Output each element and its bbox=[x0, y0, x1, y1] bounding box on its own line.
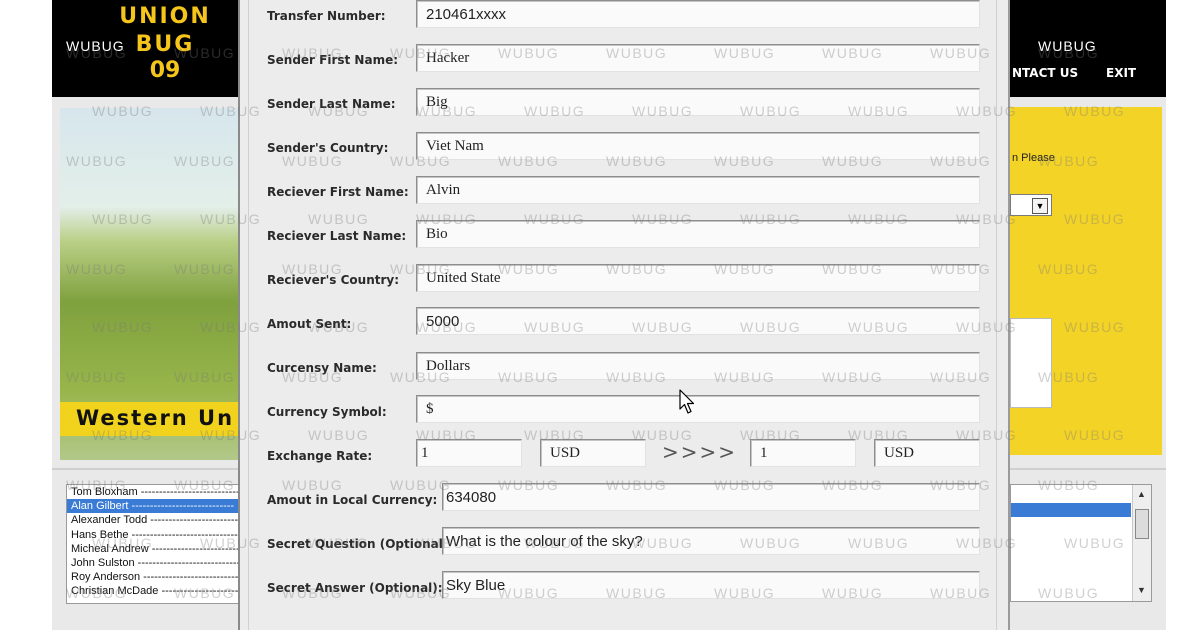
vertical-scrollbar[interactable]: ▲ ▼ bbox=[1132, 485, 1151, 601]
amount-sent-label: Amout Sent: bbox=[267, 317, 352, 331]
banner-text: Western Un bbox=[76, 406, 235, 430]
receiver-last-name-value: Bio bbox=[426, 226, 448, 242]
transfer-number-value: 210461xxxx bbox=[426, 6, 507, 23]
list-item[interactable]: Christian McDade -----------------------… bbox=[67, 584, 243, 598]
list-item[interactable]: Hans Bethe ----------------------------- bbox=[67, 528, 243, 542]
scrollbar-thumb[interactable] bbox=[1135, 509, 1149, 539]
names-listbox[interactable]: Tom Bloxham --------------------------- … bbox=[66, 484, 244, 604]
conversion-arrows: >>>> bbox=[662, 440, 738, 464]
secret-question-field[interactable]: What is the colour of the sky? bbox=[442, 527, 980, 555]
exchange-from-currency-field[interactable]: USD bbox=[540, 439, 646, 467]
list-item[interactable]: John Sulston ---------------------------… bbox=[67, 556, 243, 570]
nav-exit[interactable]: EXIT bbox=[1106, 66, 1136, 80]
topbar-brand-left: WUBUG bbox=[66, 38, 125, 54]
amount-sent-value: 5000 bbox=[426, 313, 460, 330]
selected-row-highlight[interactable] bbox=[1011, 503, 1131, 517]
local-amount-value: 634080 bbox=[446, 489, 497, 506]
amount-sent-field[interactable]: 5000 bbox=[416, 307, 980, 335]
local-amount-field[interactable]: 634080 bbox=[442, 483, 980, 511]
secret-answer-field[interactable]: Sky Blue bbox=[442, 571, 980, 599]
secondary-listbox[interactable]: ▲ ▼ bbox=[1010, 484, 1152, 602]
currency-symbol-label: Currency Symbol: bbox=[267, 405, 387, 419]
secret-answer-value: Sky Blue bbox=[446, 577, 506, 594]
chevron-down-icon[interactable]: ▼ bbox=[1032, 198, 1048, 214]
panel-dropdown[interactable]: ▼ bbox=[1010, 194, 1052, 216]
list-item[interactable]: Roy Anderson --------------------------- bbox=[67, 570, 243, 584]
currency-symbol-field[interactable]: $ bbox=[416, 395, 980, 423]
nav-contact-us[interactable]: NTACT US bbox=[1012, 66, 1078, 80]
sender-last-name-value: Big bbox=[426, 94, 448, 110]
logo-line-3: 09 bbox=[149, 58, 181, 83]
receiver-country-label: Reciever's Country: bbox=[267, 273, 400, 287]
mouse-pointer-icon bbox=[679, 389, 695, 414]
receiver-first-name-value: Alvin bbox=[426, 182, 461, 198]
sender-country-field[interactable]: Viet Nam bbox=[416, 132, 980, 160]
sender-country-label: Sender's Country: bbox=[267, 141, 389, 155]
list-item[interactable]: Micheal Andrew ------------------------- bbox=[67, 542, 243, 556]
exchange-rate-label: Exchange Rate: bbox=[267, 449, 373, 463]
exchange-to-currency-value: USD bbox=[884, 445, 915, 461]
panel-text-box[interactable] bbox=[1010, 318, 1052, 408]
exchange-to-currency-field[interactable]: USD bbox=[874, 439, 980, 467]
secret-answer-label: Secret Answer (Optional): bbox=[267, 581, 443, 595]
receiver-last-name-field[interactable]: Bio bbox=[416, 220, 980, 248]
arrow-up-icon[interactable]: ▲ bbox=[1137, 489, 1146, 499]
dialog-inner-border-right bbox=[996, 0, 997, 630]
receiver-country-value: United State bbox=[426, 270, 501, 286]
sender-first-name-field[interactable]: Hacker bbox=[416, 44, 980, 72]
exchange-from-amount-value: 1 bbox=[421, 445, 429, 461]
currency-name-value: Dollars bbox=[426, 358, 471, 374]
transfer-number-label: Transfer Number: bbox=[267, 9, 386, 23]
currency-name-field[interactable]: Dollars bbox=[416, 352, 980, 380]
receiver-country-field[interactable]: United State bbox=[416, 264, 980, 292]
currency-symbol-value: $ bbox=[426, 401, 434, 417]
list-item[interactable]: Tom Bloxham --------------------------- bbox=[67, 485, 243, 499]
panel-hint-text: n Please bbox=[1012, 152, 1055, 164]
sender-first-name-label: Sender First Name: bbox=[267, 53, 399, 67]
western-union-banner: Western Un bbox=[60, 402, 240, 436]
local-amount-label: Amout in Local Currency: bbox=[267, 493, 438, 507]
receiver-last-name-label: Reciever Last Name: bbox=[267, 229, 407, 243]
exchange-from-currency-value: USD bbox=[550, 445, 581, 461]
logo-line-1: UNION bbox=[119, 4, 211, 29]
sender-last-name-field[interactable]: Big bbox=[416, 88, 980, 116]
topbar-brand-right: WUBUG bbox=[1038, 38, 1097, 54]
list-item[interactable]: Alexander Todd ------------------------- bbox=[67, 513, 243, 527]
transfer-number-field[interactable]: 210461xxxx bbox=[416, 0, 980, 28]
exchange-from-amount-field[interactable]: 1 bbox=[416, 439, 522, 467]
arrow-down-icon[interactable]: ▼ bbox=[1137, 585, 1146, 595]
exchange-to-amount-field[interactable]: 1 bbox=[750, 439, 856, 467]
exchange-to-amount-value: 1 bbox=[760, 445, 768, 461]
dialog-inner-border-left bbox=[248, 0, 249, 630]
sender-last-name-label: Sender Last Name: bbox=[267, 97, 396, 111]
receiver-first-name-label: Reciever First Name: bbox=[267, 185, 409, 199]
secret-question-label: Secret Question (Optional): bbox=[267, 537, 454, 551]
sender-first-name-value: Hacker bbox=[426, 50, 470, 66]
list-item-selected[interactable]: Alan Gilbert ---------------------------… bbox=[67, 499, 243, 514]
sender-country-value: Viet Nam bbox=[426, 138, 484, 154]
currency-name-label: Curcensy Name: bbox=[267, 361, 377, 375]
secret-question-value: What is the colour of the sky? bbox=[446, 533, 643, 550]
receiver-first-name-field[interactable]: Alvin bbox=[416, 176, 980, 204]
